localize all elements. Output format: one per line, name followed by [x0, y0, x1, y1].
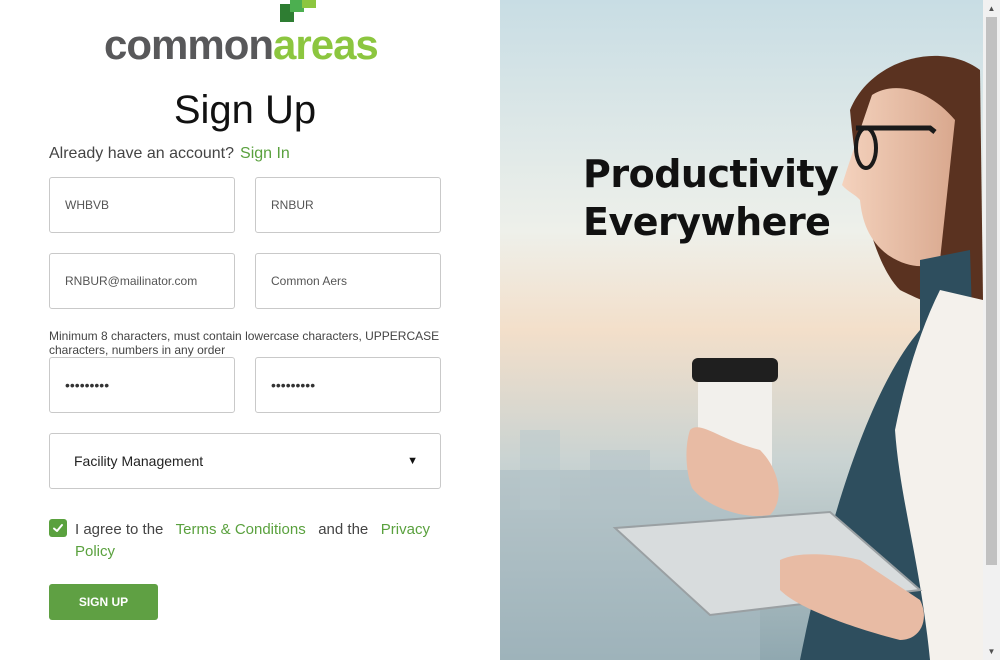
scroll-thumb[interactable]: [986, 17, 997, 565]
scrollbar[interactable]: ▲ ▼: [983, 0, 1000, 660]
logo: commonareas: [104, 0, 394, 68]
sign-up-button[interactable]: SIGN UP: [49, 584, 158, 620]
terms-link[interactable]: Terms & Conditions: [176, 521, 306, 538]
hero-line-2: Everywhere: [583, 200, 831, 244]
last-name-field[interactable]: RNBUR: [255, 177, 441, 233]
terms-checkbox[interactable]: [49, 519, 67, 537]
sign-in-prompt: Already have an account? Sign In: [49, 145, 290, 163]
agree-prefix: I agree to the: [75, 521, 164, 538]
hero-photo: [500, 0, 1000, 660]
first-name-field[interactable]: WHBVB: [49, 177, 235, 233]
role-selected-value: Facility Management: [74, 453, 204, 469]
hero-panel: Productivity Everywhere ▲ ▼: [500, 0, 1000, 660]
sign-in-link[interactable]: Sign In: [240, 145, 290, 162]
signup-panel: commonareas Sign Up Already have an acco…: [0, 0, 500, 660]
logo-word-areas: areas: [273, 21, 379, 68]
terms-agreement: I agree to the Terms & Conditions and th…: [75, 519, 435, 563]
password-hint: Minimum 8 characters, must contain lower…: [49, 329, 440, 357]
company-field[interactable]: Common Aers: [255, 253, 441, 309]
logo-word-common: common: [104, 21, 274, 68]
confirm-password-field[interactable]: •••••••••: [255, 357, 441, 413]
logo-wordmark: commonareas: [104, 21, 379, 68]
caret-down-icon: ▼: [407, 455, 418, 467]
and-the-text: and the: [318, 521, 369, 538]
scroll-up-icon[interactable]: ▲: [983, 0, 1000, 17]
page-title: Sign Up: [173, 88, 317, 132]
have-account-text: Already have an account?: [49, 145, 235, 162]
hero-headline: Productivity Everywhere: [583, 150, 839, 246]
password-field[interactable]: •••••••••: [49, 357, 235, 413]
checkmark-icon: [53, 524, 63, 532]
role-select[interactable]: Facility Management ▼: [49, 433, 441, 489]
scroll-down-icon[interactable]: ▼: [983, 643, 1000, 660]
email-field[interactable]: RNBUR@mailinator.com: [49, 253, 235, 309]
hero-line-1: Productivity: [583, 152, 839, 196]
